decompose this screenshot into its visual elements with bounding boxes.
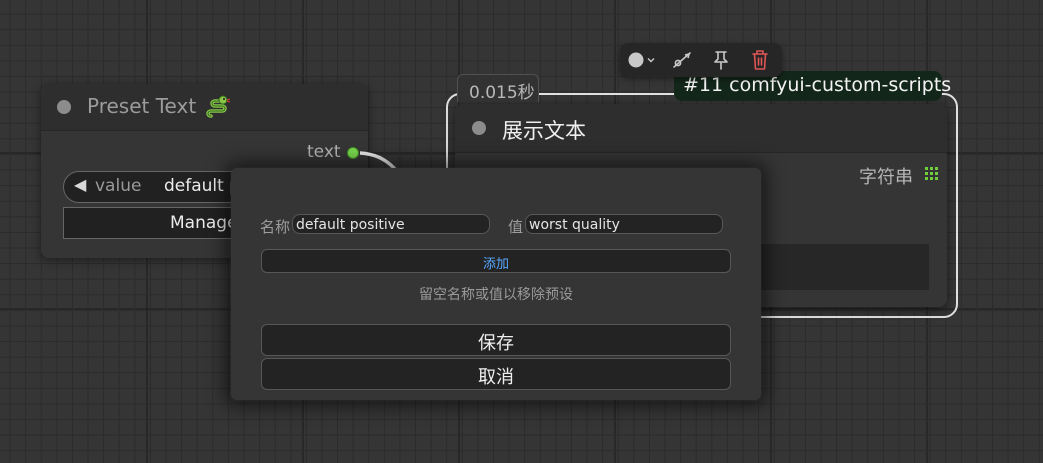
name-input[interactable]: default positive — [292, 214, 490, 234]
add-button-label: 添加 — [482, 257, 509, 272]
cancel-button-label: 取消 — [478, 367, 514, 388]
hint-text: 留空名称或值以移除预设 — [419, 287, 573, 303]
node-title-bar[interactable]: Preset Text — [41, 84, 368, 131]
trash-icon — [752, 50, 768, 70]
output-slot-icon[interactable] — [347, 147, 359, 159]
bypass-icon — [673, 52, 691, 68]
collapse-dot-icon[interactable] — [472, 121, 486, 135]
node-title: Preset Text — [87, 94, 197, 118]
add-button[interactable]: 添加 — [261, 249, 731, 273]
name-label: 名称 — [260, 218, 291, 236]
selection-toolbox — [620, 43, 782, 77]
bypass-button[interactable] — [665, 43, 699, 77]
value-label: 值 — [508, 218, 524, 236]
grid-slot-icon[interactable] — [925, 167, 938, 180]
timing-badge: 0.015秒 — [457, 74, 539, 103]
timing-text: 0.015秒 — [469, 83, 535, 103]
node-title-bar[interactable]: 展示文本 — [455, 104, 947, 153]
pin-icon — [714, 51, 728, 70]
value-input[interactable]: worst quality — [525, 214, 723, 234]
cancel-button[interactable]: 取消 — [261, 358, 731, 390]
value-widget-value: default p — [164, 176, 241, 196]
snake-icon — [206, 95, 231, 118]
output-label: text — [307, 142, 341, 162]
collapse-dot-icon[interactable] — [57, 100, 71, 114]
node-title: 展示文本 — [502, 119, 586, 143]
preset-dialog: 名称 default positive 值 worst quality 添加 留… — [231, 168, 761, 400]
value-widget-label: value — [95, 176, 142, 196]
decrement-arrow-icon[interactable]: ◀ — [74, 175, 86, 194]
manage-button-label: Manage — [170, 213, 238, 233]
input-label: 字符串 — [859, 167, 913, 188]
node-id-text: #11 comfyui-custom-scripts — [683, 74, 952, 96]
color-button[interactable] — [622, 43, 662, 77]
delete-button[interactable] — [743, 43, 777, 77]
pin-button[interactable] — [704, 43, 738, 77]
save-button[interactable]: 保存 — [261, 324, 731, 356]
save-button-label: 保存 — [478, 333, 514, 354]
color-picker-icon — [628, 52, 655, 68]
